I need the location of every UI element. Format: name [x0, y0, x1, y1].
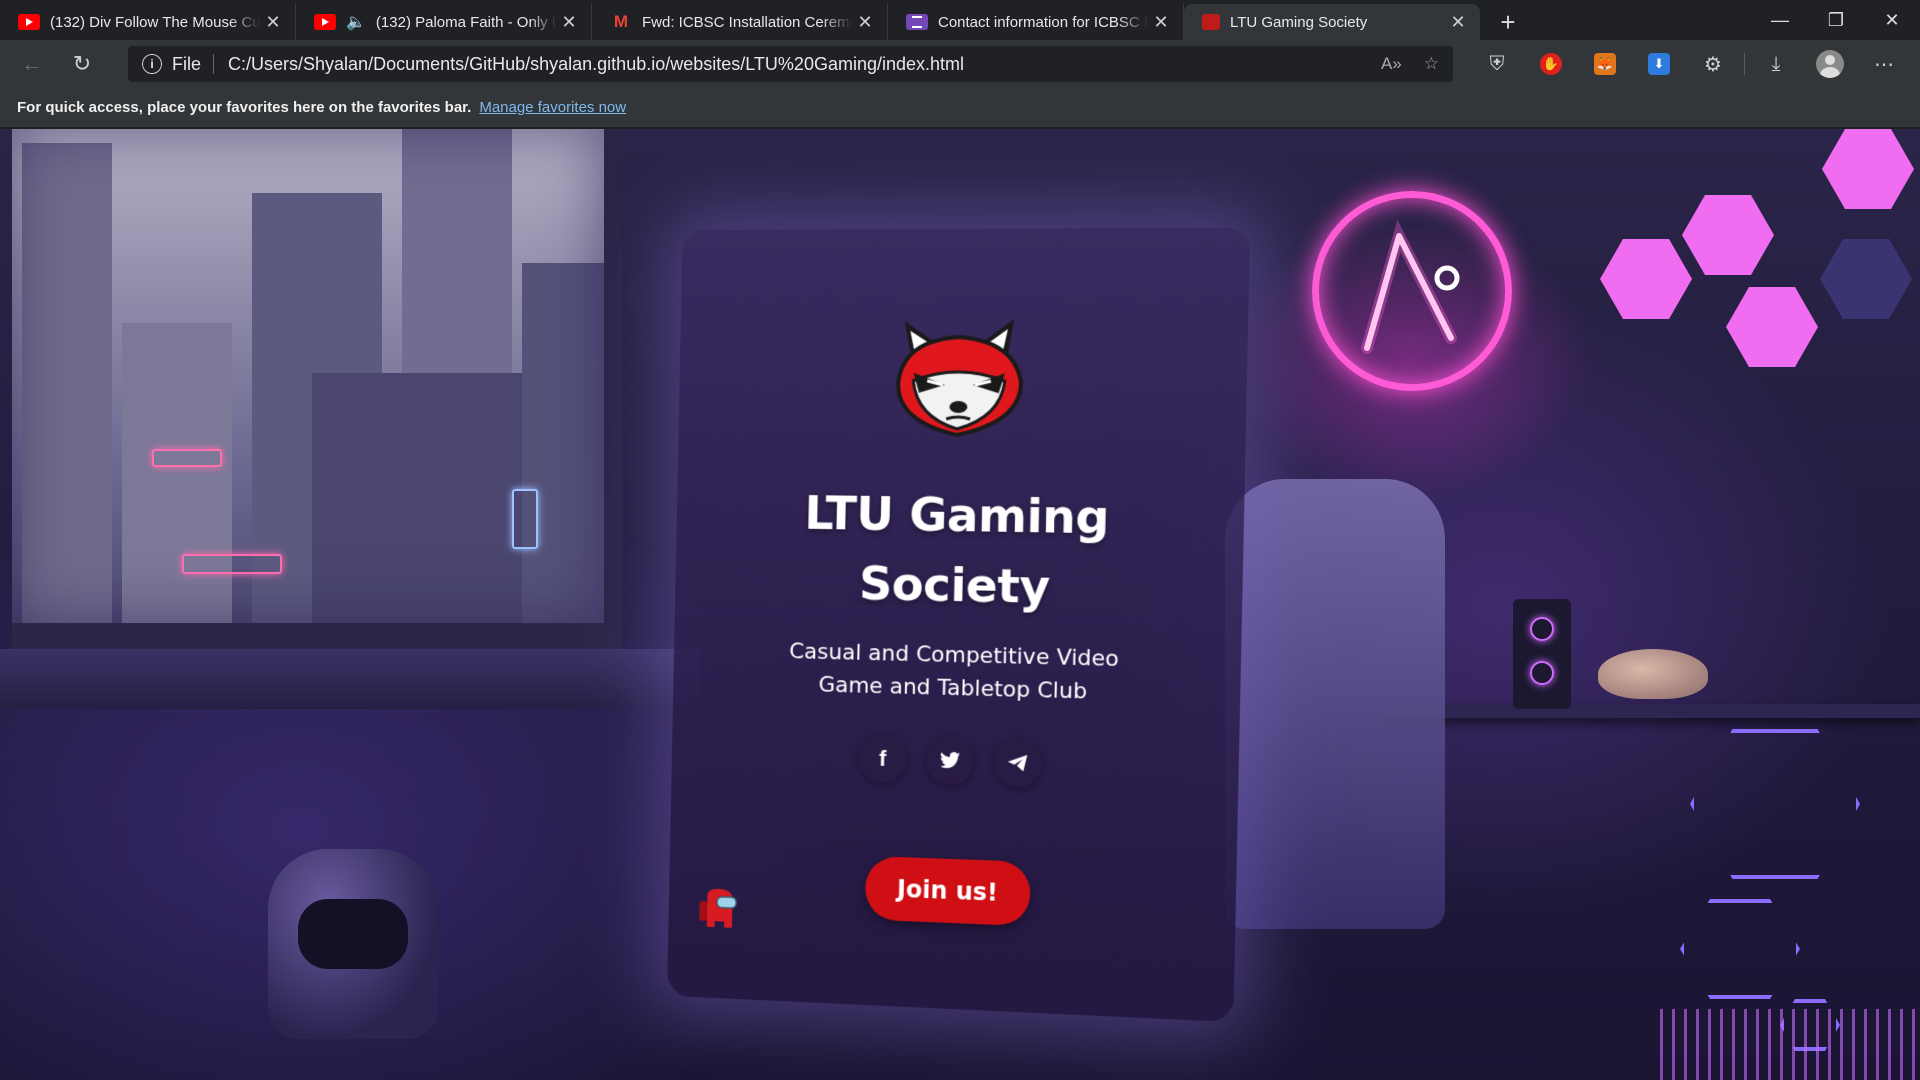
- forms-icon: [906, 14, 928, 30]
- tab-youtube-paloma-faith[interactable]: 🔈 (132) Paloma Faith - Only Love Can Hur…: [296, 4, 592, 40]
- tab-title: Contact information for ICBSC Installati…: [938, 13, 1149, 31]
- raccoon-icon: [1202, 14, 1220, 30]
- page-title: LTU Gaming Society: [803, 486, 1110, 615]
- neon-logo-sign: [1312, 191, 1512, 391]
- window-sill: [0, 649, 700, 709]
- rainy-city-window-backdrop: [12, 129, 622, 649]
- close-tab-icon[interactable]: ✕: [1149, 10, 1173, 34]
- refresh-icon[interactable]: ↻: [62, 46, 102, 82]
- telegram-icon[interactable]: [993, 738, 1043, 788]
- page-viewport: LTU Gaming Society Casual and Competitiv…: [0, 129, 1920, 1080]
- more-menu-icon[interactable]: ⋯: [1857, 40, 1911, 88]
- metamask-fox-icon[interactable]: 🦊: [1578, 40, 1632, 88]
- sleeping-cat: [1598, 649, 1708, 699]
- facebook-glyph: f: [878, 745, 887, 771]
- hexagon-light: [1820, 239, 1912, 319]
- favorites-bar: For quick access, place your favorites h…: [0, 88, 1920, 128]
- new-tab-button[interactable]: +: [1488, 4, 1528, 40]
- profile-avatar[interactable]: [1803, 40, 1857, 88]
- manage-favorites-link[interactable]: Manage favorites now: [479, 99, 626, 116]
- divider: [1744, 53, 1745, 75]
- youtube-icon: [314, 14, 336, 30]
- hexagon-light: [1822, 129, 1914, 209]
- tab-google-forms[interactable]: Contact information for ICBSC Installati…: [888, 4, 1184, 40]
- tab-strip: (132) Div Follow The Mouse Cursor ✕ 🔈 (1…: [0, 0, 1920, 40]
- downloads-icon[interactable]: ⤓: [1749, 40, 1803, 88]
- twitter-icon[interactable]: [925, 736, 975, 786]
- extensions-area: ⛨ ✋ 🦊 ⬇ ⚙ ⤓ ⋯: [1470, 40, 1911, 88]
- minimize-icon[interactable]: —: [1752, 0, 1808, 40]
- tab-youtube-div-follow[interactable]: (132) Div Follow The Mouse Cursor ✕: [0, 4, 296, 40]
- tab-title: (132) Div Follow The Mouse Cursor: [50, 13, 261, 31]
- window-controls: — ❐ ✕: [1752, 0, 1920, 40]
- pc-tower: [1513, 599, 1571, 709]
- address-bar[interactable]: i File C:/Users/Shyalan/Documents/GitHub…: [128, 46, 1453, 82]
- close-window-icon[interactable]: ✕: [1864, 0, 1920, 40]
- hexagon-light: [1600, 239, 1692, 319]
- join-us-button[interactable]: Join us!: [864, 855, 1031, 927]
- tab-title: LTU Gaming Society: [1230, 13, 1368, 31]
- social-links: f: [858, 734, 1043, 788]
- hexagon-light: [1726, 287, 1818, 367]
- url-scheme: File: [172, 53, 202, 74]
- hero-card: LTU Gaming Society Casual and Competitiv…: [666, 227, 1251, 1023]
- close-tab-icon[interactable]: ✕: [557, 10, 581, 34]
- speaker-icon[interactable]: 🔈: [346, 12, 366, 32]
- tab-gmail[interactable]: M Fwd: ICBSC Installation Ceremony ✕: [592, 4, 888, 40]
- favorites-bar-message: For quick access, place your favorites h…: [17, 99, 472, 116]
- tab-title: Fwd: ICBSC Installation Ceremony: [642, 13, 853, 31]
- back-arrow-icon[interactable]: ←: [12, 46, 52, 82]
- avatar-icon: [1816, 50, 1844, 78]
- facebook-icon[interactable]: f: [858, 734, 907, 784]
- info-icon[interactable]: i: [142, 54, 162, 74]
- download-manager-icon[interactable]: ⬇: [1632, 40, 1686, 88]
- browser-toolbar: ← ↻ i File C:/Users/Shyalan/Documents/Gi…: [0, 40, 1920, 88]
- hexagon-light: [1682, 195, 1774, 275]
- shield-icon[interactable]: ⛨: [1470, 40, 1524, 88]
- extensions-puzzle-icon[interactable]: ⚙: [1686, 40, 1740, 88]
- robot-helmet: [268, 849, 438, 1039]
- tab-title: (132) Paloma Faith - Only Love Can Hurt …: [375, 13, 557, 31]
- among-us-crewmate-icon: [699, 888, 738, 928]
- close-tab-icon[interactable]: ✕: [261, 10, 285, 34]
- read-aloud-icon[interactable]: A»: [1381, 54, 1402, 74]
- desk-shelf: [1380, 704, 1920, 718]
- tab-ltu-gaming-society[interactable]: LTU Gaming Society ✕: [1184, 4, 1480, 40]
- neon-floor-grid: [1660, 1009, 1920, 1080]
- restore-icon[interactable]: ❐: [1808, 0, 1864, 40]
- add-favorite-icon[interactable]: ☆: [1424, 54, 1439, 74]
- holographic-hexagon: [1690, 729, 1860, 879]
- youtube-icon: [18, 14, 40, 30]
- gmail-icon: M: [613, 12, 629, 31]
- holographic-hexagon: [1680, 899, 1800, 999]
- page-subtitle: Casual and Competitive Video Game and Ta…: [788, 639, 1120, 705]
- url-text[interactable]: C:/Users/Shyalan/Documents/GitHub/shyala…: [228, 54, 1359, 75]
- gaming-chair: [1225, 479, 1445, 929]
- raccoon-mascot-logo: [882, 318, 1034, 442]
- close-tab-icon[interactable]: ✕: [1446, 10, 1470, 34]
- adblock-icon[interactable]: ✋: [1524, 40, 1578, 88]
- divider: [213, 54, 215, 74]
- close-tab-icon[interactable]: ✕: [853, 10, 877, 34]
